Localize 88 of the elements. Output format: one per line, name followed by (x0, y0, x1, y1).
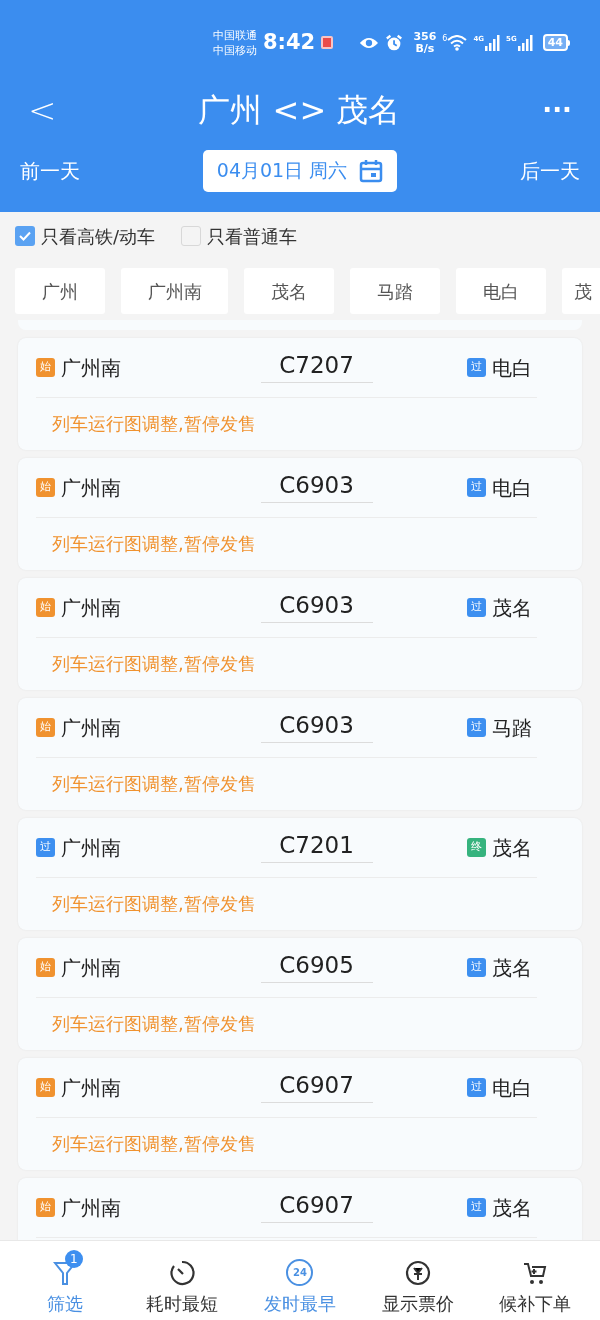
sale-status-text: 列车运行图调整,暂停发售 (52, 532, 256, 556)
notification-icon (321, 36, 334, 49)
train-number: C6903 (260, 590, 373, 623)
sale-status-text: 列车运行图调整,暂停发售 (52, 772, 256, 796)
clock-icon: 24 (286, 1259, 314, 1286)
arrival-station: 电白 (492, 354, 532, 382)
station-chip[interactable]: 马踏 (350, 268, 440, 314)
departure-station: 广州南 (61, 1074, 121, 1102)
station-chip[interactable]: 广州 (15, 268, 105, 314)
alarm-clock-icon (385, 32, 404, 53)
page-title: 广州 <> 茂名 (198, 94, 401, 126)
station-type-badge: 始 (36, 478, 55, 497)
station-type-badge: 过 (467, 598, 486, 617)
price-icon (404, 1259, 431, 1286)
station-type-badge: 终 (467, 838, 486, 857)
station-type-badge: 过 (36, 838, 55, 857)
arrival-station: 马踏 (492, 714, 532, 742)
signal-icon (484, 34, 501, 51)
station-type-badge: 始 (36, 958, 55, 977)
train-card[interactable]: 过 广州南 C7201 终 茂名 列车运行图调整,暂停发售 (18, 818, 582, 930)
train-card[interactable]: 始 广州南 C6907 过 茂名 (18, 1178, 582, 1240)
train-card[interactable]: 始 广州南 C7207 过 电白 列车运行图调整,暂停发售 (18, 338, 582, 450)
arrival-station: 茂名 (492, 594, 532, 622)
count-badge: 1 (64, 1249, 83, 1268)
sale-status-text: 列车运行图调整,暂停发售 (52, 652, 256, 676)
status-time: 8:42 (263, 28, 316, 56)
arrival-station: 电白 (492, 474, 532, 502)
station-type-badge: 始 (36, 718, 55, 737)
train-number: C7201 (260, 830, 373, 863)
train-number: C7207 (260, 350, 373, 383)
station-type-badge: 过 (467, 718, 486, 737)
sale-status-text: 列车运行图调整,暂停发售 (52, 412, 256, 436)
station-type-badge: 过 (467, 478, 486, 497)
departure-station: 广州南 (61, 714, 121, 742)
eye-icon (359, 35, 380, 50)
station-type-badge: 始 (36, 358, 55, 377)
bottom-nav-item[interactable]: 候补下单 (480, 1246, 591, 1315)
wifi-icon (447, 34, 468, 51)
check-icon (18, 229, 32, 243)
checkbox[interactable] (181, 226, 202, 246)
departure-station: 广州南 (61, 834, 121, 862)
train-card[interactable]: 始 广州南 C6903 过 茂名 列车运行图调整,暂停发售 (18, 578, 582, 690)
carrier-name: 中国移动 (213, 42, 257, 58)
train-card[interactable]: 始 广州南 C6905 过 茂名 列车运行图调整,暂停发售 (18, 938, 582, 1050)
station-type-badge: 过 (467, 1198, 486, 1217)
train-card[interactable]: 始 广州南 C6903 过 马踏 列车运行图调整,暂停发售 (18, 698, 582, 810)
train-number: C6903 (260, 470, 373, 503)
station-type-badge: 始 (36, 598, 55, 617)
station-type-badge: 过 (467, 358, 486, 377)
wifi-label: 6 (442, 34, 448, 43)
sale-status-text: 列车运行图调整,暂停发售 (52, 1012, 256, 1036)
station-chip[interactable]: 广州南 (121, 268, 228, 314)
arrival-station: 茂名 (492, 1194, 532, 1222)
checkbox-label: 只看高铁/动车 (41, 224, 156, 249)
speed-unit: B/s (415, 42, 435, 55)
train-card[interactable]: 始 广州南 C6903 过 电白 列车运行图调整,暂停发售 (18, 458, 582, 570)
signal-icon (516, 34, 533, 51)
sale-status-text: 列车运行图调整,暂停发售 (52, 1132, 256, 1156)
bottom-nav-item[interactable]: 显示票价 (362, 1246, 473, 1315)
bottom-nav-item[interactable]: 耗时最短 (127, 1246, 238, 1315)
checkbox-label: 只看普通车 (207, 224, 298, 249)
battery-indicator: 44 (542, 34, 568, 51)
train-number: C6905 (260, 950, 373, 983)
departure-station: 广州南 (61, 354, 121, 382)
timer-icon (169, 1259, 196, 1286)
departure-station: 广州南 (61, 474, 121, 502)
arrival-station: 茂名 (492, 834, 532, 862)
train-number: C6907 (260, 1190, 373, 1223)
train-number: C6903 (260, 710, 373, 743)
network-speed: 356 (413, 30, 437, 43)
train-card[interactable]: 始 广州南 C6907 过 电白 列车运行图调整,暂停发售 (18, 1058, 582, 1170)
station-type-badge: 始 (36, 1078, 55, 1097)
station-chip[interactable]: 茂 (562, 268, 600, 314)
train-number: C6907 (260, 1070, 373, 1103)
departure-station: 广州南 (61, 594, 121, 622)
station-type-badge: 始 (36, 1198, 55, 1217)
station-chip[interactable]: 茂名 (244, 268, 334, 314)
arrival-station: 茂名 (492, 954, 532, 982)
station-type-badge: 过 (467, 1078, 486, 1097)
arrival-station: 电白 (492, 1074, 532, 1102)
station-type-badge: 过 (467, 958, 486, 977)
carrier-name: 中国联通 (213, 27, 257, 43)
checkbox[interactable] (15, 226, 35, 246)
departure-station: 广州南 (61, 1194, 121, 1222)
station-chip[interactable]: 电白 (456, 268, 546, 314)
sale-status-text: 列车运行图调整,暂停发售 (52, 892, 256, 916)
departure-station: 广州南 (61, 954, 121, 982)
calendar-icon (359, 158, 384, 183)
